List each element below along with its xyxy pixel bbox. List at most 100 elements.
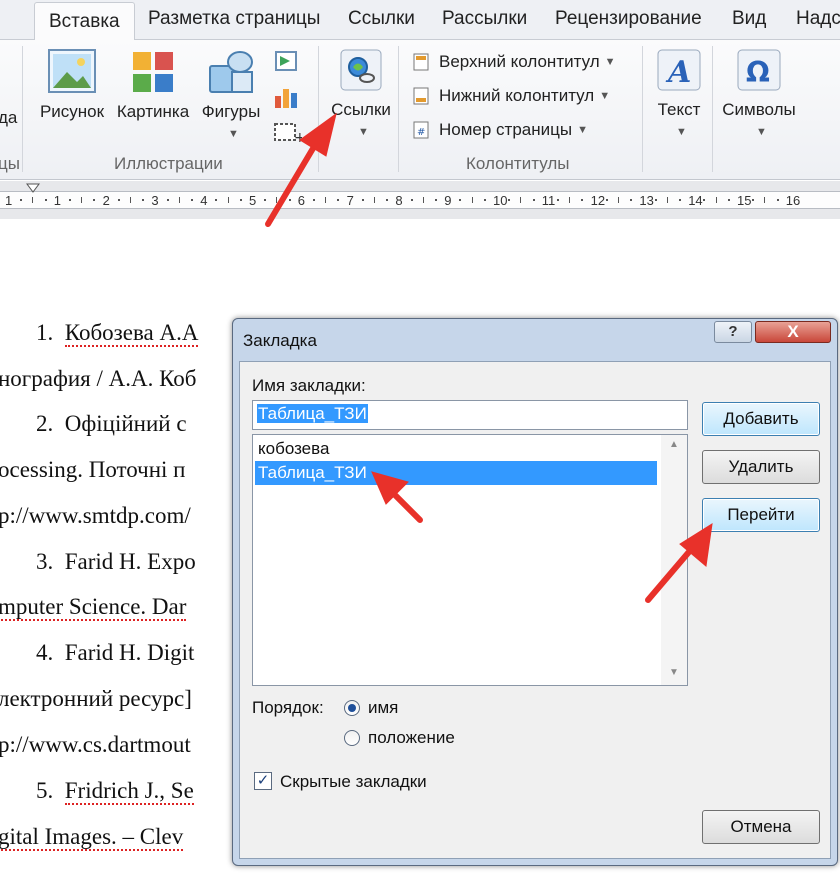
ruler-number: 1 <box>53 193 62 208</box>
list-number: 4. <box>36 640 54 665</box>
chevron-down-icon: ▼ <box>756 126 767 138</box>
close-button[interactable]: X <box>755 321 831 343</box>
doc-line-9: лектронний ресурс] <box>0 686 192 711</box>
bookmark-name-input[interactable]: Таблица_ТЗИ <box>252 400 688 430</box>
ruler-number: 13 <box>639 193 654 208</box>
scrollbar[interactable]: ▲ ▼ <box>661 435 687 685</box>
tab-page-layout[interactable]: Разметка страницы <box>148 8 320 30</box>
ruler-tick <box>618 197 619 203</box>
hidden-bookmarks-label[interactable]: Скрытые закладки <box>280 772 427 792</box>
ruler-number: 7 <box>346 193 354 208</box>
ruler-tick <box>764 197 766 203</box>
doc-line-5: p://www.smtdp.com/ <box>0 503 191 528</box>
sort-by-position-label[interactable]: положение <box>368 728 455 748</box>
add-button[interactable]: Добавить <box>702 402 820 436</box>
scroll-up-icon[interactable]: ▲ <box>669 439 679 450</box>
ruler-tick <box>374 197 375 203</box>
chart-icon[interactable] <box>272 84 300 110</box>
text-label: Текст <box>657 100 701 119</box>
ruler-tick <box>117 199 120 201</box>
sort-by-position-radio[interactable] <box>344 730 360 746</box>
header-button[interactable]: Верхний колонтитул ▼ <box>412 52 616 72</box>
list-item[interactable]: кобозева <box>255 437 657 461</box>
ruler-tick <box>239 199 242 201</box>
text-button[interactable]: A Текст ▼ <box>650 48 708 140</box>
clipart-icon <box>133 52 173 92</box>
symbols-button[interactable]: Ω Символы ▼ <box>718 48 800 140</box>
picture-label: Рисунок <box>39 102 105 121</box>
page-number-button[interactable]: # Номер страницы ▼ <box>412 120 588 140</box>
dialog-title: Закладка <box>243 331 317 350</box>
doc-line-3: 2. Офіційний с <box>36 411 187 437</box>
ruler-tick <box>276 197 278 203</box>
ruler-tick <box>337 199 340 201</box>
shapes-label: Фигуры <box>201 102 261 121</box>
ruler-tick <box>178 197 180 203</box>
horizontal-ruler[interactable]: 1 1 2 3 4 5 6 7 8 9 10 11 12 13 14 15 16 <box>0 181 840 219</box>
ruler-number: 12 <box>590 193 606 208</box>
cut-off-group-label: цы <box>0 154 20 173</box>
ruler-number: 9 <box>444 193 452 208</box>
screenshot-icon[interactable]: + <box>272 120 302 144</box>
sort-by-name-radio[interactable] <box>344 700 360 716</box>
doc-text: mputer Science. Dar <box>0 594 187 621</box>
list-item-selected[interactable]: Таблица_ТЗИ <box>255 461 657 485</box>
ruler-strip <box>0 191 840 209</box>
doc-line-6: 3. Farid H. Expo <box>36 549 196 575</box>
ruler-tick <box>325 197 327 203</box>
tab-view[interactable]: Вид <box>732 8 766 30</box>
tab-insert[interactable]: Вставка <box>34 2 135 42</box>
indent-marker-icon[interactable] <box>26 183 40 195</box>
ruler-tick <box>471 197 473 203</box>
ruler-tick <box>32 197 34 203</box>
dialog-body: Имя закладки: Таблица_ТЗИ кобозева Табли… <box>239 361 831 859</box>
illustrations-group-label: Иллюстрации <box>114 154 223 173</box>
ruler-number: 4 <box>200 193 208 208</box>
help-button[interactable]: ? <box>714 321 752 343</box>
ruler-tick <box>654 199 657 201</box>
ruler-tick <box>288 199 291 201</box>
chevron-down-icon: ▼ <box>604 56 616 68</box>
group-separator <box>398 46 399 172</box>
cut-off-button-label: да <box>0 108 18 127</box>
ruler-tick <box>666 197 668 203</box>
ruler-tick <box>215 199 218 201</box>
delete-button[interactable]: Удалить <box>702 450 820 484</box>
ruler-tick <box>581 199 584 201</box>
links-icon <box>340 49 382 91</box>
ruler-tick <box>313 199 315 201</box>
doc-line-7: mputer Science. Dar <box>0 594 187 621</box>
ruler-tick <box>703 199 706 201</box>
bookmark-dialog: Закладка ? X Имя закладки: Таблица_ТЗИ к… <box>232 318 838 866</box>
doc-text: gital Images. – Clev <box>0 824 184 851</box>
shapes-icon <box>209 51 253 93</box>
shapes-button[interactable]: Фигуры ▼ <box>198 48 264 142</box>
chevron-down-icon: ▼ <box>577 124 588 136</box>
text-box-icon: A <box>657 49 701 91</box>
scroll-down-icon[interactable]: ▼ <box>669 667 679 678</box>
tab-review[interactable]: Рецензирование <box>555 8 702 30</box>
svg-text:#: # <box>417 127 425 138</box>
tab-references[interactable]: Ссылки <box>348 8 415 30</box>
goto-button[interactable]: Перейти <box>702 498 820 532</box>
list-number: 3. <box>36 549 54 574</box>
tab-addins[interactable]: Надст <box>796 8 840 30</box>
group-separator <box>318 46 319 172</box>
footer-button[interactable]: Нижний колонтитул ▼ <box>412 86 610 106</box>
ruler-tick <box>727 199 730 201</box>
tab-mailings[interactable]: Рассылки <box>442 8 527 30</box>
links-button[interactable]: Ссылки ▼ <box>326 48 396 140</box>
bookmark-list[interactable]: кобозева Таблица_ТЗИ ▲ ▼ <box>252 434 688 686</box>
doc-line-10: p://www.cs.dartmout <box>0 732 191 757</box>
clipart-button[interactable]: Картинка <box>112 48 194 122</box>
hidden-bookmarks-checkbox[interactable]: ✓ <box>254 772 272 790</box>
ruler-number: 3 <box>151 193 159 208</box>
smartart-icon[interactable] <box>272 48 300 74</box>
add-button-label: Добавить <box>723 409 799 428</box>
clipart-label: Картинка <box>116 102 190 121</box>
chevron-down-icon: ▼ <box>599 90 611 102</box>
picture-button[interactable]: Рисунок <box>36 48 108 122</box>
ruler-tick <box>130 197 131 203</box>
cancel-button[interactable]: Отмена <box>702 810 820 844</box>
sort-by-name-label[interactable]: имя <box>368 698 398 718</box>
